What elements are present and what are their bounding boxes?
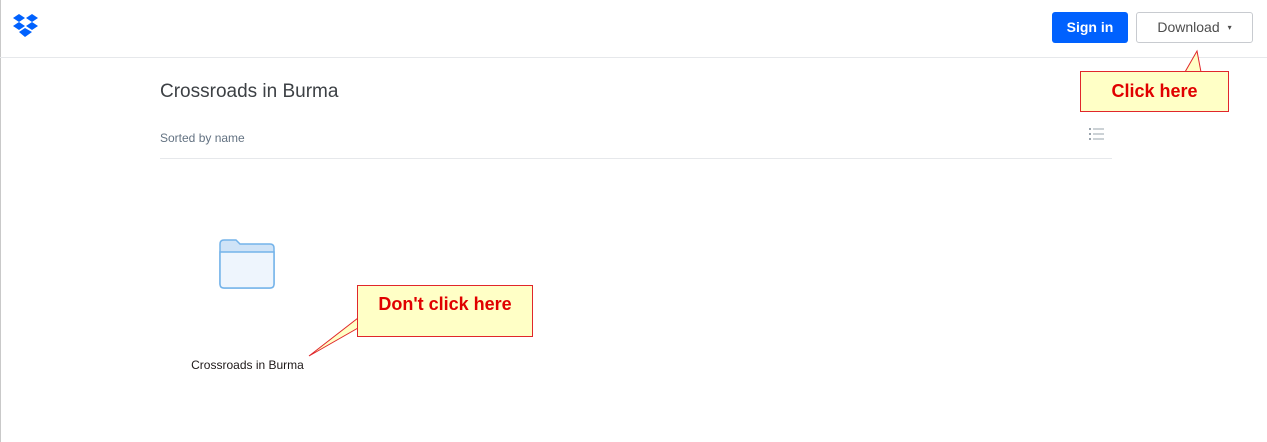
top-bar: Sign in Download ▾ (0, 0, 1267, 58)
click-here-callout: Click here (1080, 71, 1229, 112)
download-button[interactable]: Download ▾ (1136, 12, 1253, 43)
page-title: Crossroads in Burma (160, 81, 339, 102)
dont-click-here-callout: Don't click here (357, 285, 533, 337)
window-left-edge (0, 0, 1, 442)
sign-in-button[interactable]: Sign in (1052, 12, 1128, 43)
chevron-down-icon: ▾ (1227, 23, 1232, 32)
folder-name[interactable]: Crossroads in Burma (180, 358, 315, 372)
folder-item[interactable]: Crossroads in Burma (180, 230, 315, 380)
list-view-icon[interactable] (1089, 127, 1105, 141)
dont-click-pointer (308, 316, 359, 357)
header-divider (160, 158, 1112, 159)
folder-icon (219, 239, 275, 289)
sort-label[interactable]: Sorted by name (160, 131, 245, 145)
dropbox-logo-icon[interactable] (12, 13, 39, 39)
download-button-label: Download (1157, 19, 1220, 35)
